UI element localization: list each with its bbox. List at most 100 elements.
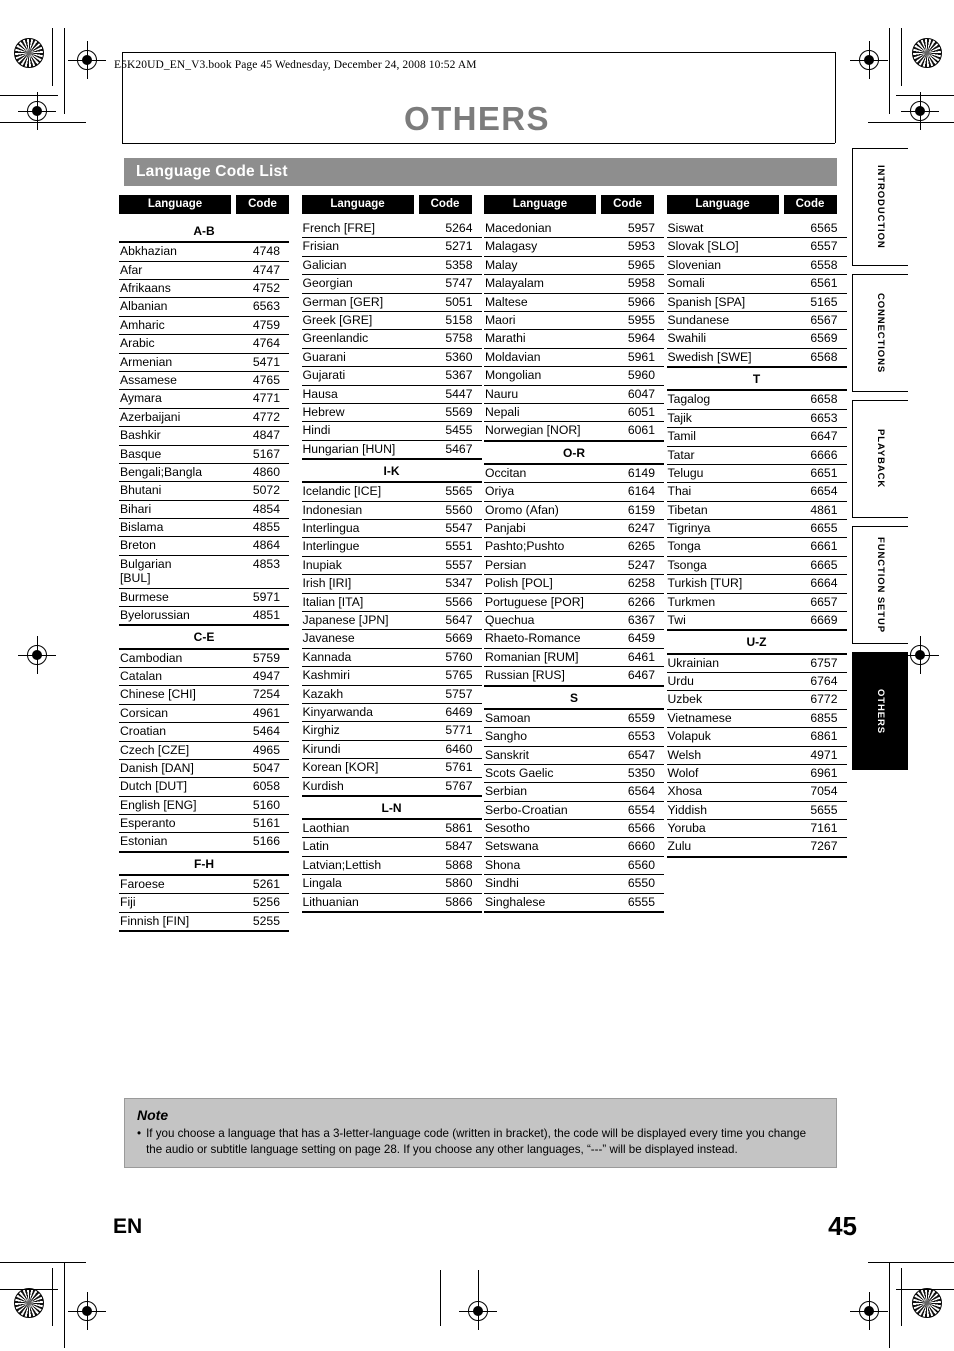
tab-function-setup[interactable]: Function Setup — [852, 526, 908, 644]
table-row: Thai 6654 — [666, 482, 847, 502]
language-code-cell: 6047 — [602, 385, 664, 404]
language-name-cell: Indonesian — [301, 501, 420, 521]
table-row: Finnish [FIN] 5255 — [119, 912, 289, 933]
table-row: Tibetan 4861 — [666, 501, 847, 521]
language-code-cell: 6164 — [602, 482, 664, 502]
table-row: Quechua 6367 — [484, 611, 664, 631]
registration-cross-top-left — [68, 41, 106, 79]
table-row: Tatar 6666 — [666, 446, 847, 465]
table-row: Malagasy 5953 — [484, 237, 664, 257]
language-code-cell: 7267 — [784, 837, 847, 858]
language-name-cell: Persian — [484, 556, 602, 576]
table-row: Hindi 5455 — [301, 421, 482, 441]
crop-line — [440, 1270, 441, 1326]
group-header-row: A-B — [119, 220, 289, 244]
tab-label: Function Setup — [875, 537, 886, 633]
language-code-cell: 4847 — [204, 426, 289, 446]
language-name-cell: Croatian — [119, 722, 204, 742]
language-name-cell: Swahili — [666, 329, 785, 349]
language-name-cell: Setswana — [484, 837, 602, 857]
language-name-cell: Sesotho — [484, 819, 602, 839]
language-code-cell: 6764 — [784, 672, 847, 692]
language-name-cell: Byelorussian — [119, 606, 204, 627]
group-header-label: U-Z — [666, 630, 847, 655]
language-code-cell: 6657 — [784, 593, 847, 613]
language-name-cell: Catalan — [119, 667, 204, 687]
language-code-cell: 6159 — [602, 501, 664, 521]
table-row: Chinese [CHI] 7254 — [119, 685, 289, 705]
language-name-cell: Norwegian [NOR] — [484, 421, 602, 442]
table-row: Nepali 6051 — [484, 403, 664, 423]
language-name-cell: Gujarati — [301, 366, 420, 386]
table-row: Turkish [TUR] 6664 — [666, 574, 847, 594]
language-name-cell: Sindhi — [484, 874, 602, 894]
table-row: Nauru 6047 — [484, 385, 664, 404]
table-row: Tamil 6647 — [666, 427, 847, 447]
language-name-cell: Thai — [666, 482, 785, 502]
language-name-cell: Lithuanian — [301, 893, 420, 914]
language-column-2: Language Code French [FRE] 5264 Frisian 5271 G… — [301, 195, 485, 932]
language-name-cell: Georgian — [301, 274, 420, 294]
table-row: Indonesian 5560 — [301, 501, 482, 521]
section-title-bar: Language Code List — [124, 158, 837, 186]
table-row: Russian [RUS] 6467 — [484, 666, 664, 687]
language-code-cell: 6367 — [602, 611, 664, 631]
tab-connections[interactable]: Connections — [852, 274, 908, 392]
language-name-cell: Kurdish — [301, 777, 420, 797]
language-code-cell: 6266 — [602, 593, 664, 613]
language-code-cell: 6258 — [602, 574, 664, 594]
group-header-row: S — [484, 685, 664, 710]
language-name-cell: Moldavian — [484, 348, 602, 368]
language-code-cell: 6651 — [784, 464, 847, 484]
crop-line — [0, 95, 58, 96]
language-code-cell: 4747 — [204, 261, 289, 281]
tab-playback[interactable]: Playback — [852, 400, 908, 518]
language-name-cell: Romanian [RUM] — [484, 648, 602, 668]
language-code-cell: 5557 — [419, 556, 482, 576]
language-code-cell: 6061 — [602, 421, 664, 442]
language-code-cell: 5167 — [204, 445, 289, 464]
crop-line — [868, 1262, 954, 1263]
table-row: Catalan 4947 — [119, 667, 289, 687]
language-code-cell: 5955 — [602, 311, 664, 331]
table-row: Faroese 5261 — [119, 875, 289, 895]
table-row: Norwegian [NOR] 6061 — [484, 421, 664, 442]
table-row: Maori 5955 — [484, 311, 664, 331]
language-code-cell: 5051 — [419, 293, 482, 313]
table-row: Welsh 4971 — [666, 746, 847, 765]
language-code-cell: 4861 — [784, 501, 847, 521]
language-name-cell: Tigrinya — [666, 519, 785, 539]
language-code-cell: 5566 — [419, 593, 482, 613]
language-code-cell: 6554 — [602, 801, 664, 821]
table-row: Macedonian 5957 — [484, 220, 664, 239]
table-row: Sangho 6553 — [484, 727, 664, 747]
language-name-cell: Interlingua — [301, 519, 420, 539]
language-name-cell: Czech [CZE] — [119, 741, 204, 760]
table-row: Dutch [DUT] 6058 — [119, 777, 289, 797]
language-code-cell: 6561 — [784, 274, 847, 294]
language-name-cell: Bihari — [119, 500, 204, 520]
language-code-cell: 6660 — [602, 837, 664, 857]
language-name-cell: Sanskrit — [484, 746, 602, 765]
table-row: Byelorussian 4851 — [119, 606, 289, 627]
column-header-row: Language Code — [119, 195, 289, 215]
tab-others[interactable]: Others — [852, 652, 908, 770]
column-header-language: Language — [119, 195, 231, 215]
language-code-cell: 5072 — [204, 481, 289, 501]
language-name-cell: Ukrainian — [666, 653, 785, 673]
language-code-cell: 5350 — [602, 764, 664, 784]
language-code-cell: 5964 — [602, 329, 664, 349]
language-name-cell: Oromo (Afan) — [484, 501, 602, 521]
language-code-cell: 5759 — [204, 648, 289, 668]
table-row: Yoruba 7161 — [666, 819, 847, 839]
language-name-cell: Slovak [SLO] — [666, 237, 785, 257]
table-row: Serbian 6564 — [484, 782, 664, 802]
language-code-cell: 6560 — [602, 856, 664, 876]
table-row: Serbo-Croatian 6554 — [484, 801, 664, 821]
language-code-cell: 5467 — [419, 440, 482, 461]
code-table: A-B Abkhazian 4748 Afar 4747 Afrikaans 4752 Alb… — [119, 220, 289, 933]
tab-introduction[interactable]: Introduction — [852, 148, 908, 266]
table-row: Czech [CZE] 4965 — [119, 741, 289, 760]
column-header-code: Code — [601, 195, 654, 215]
language-name-cell: Korean [KOR] — [301, 758, 420, 778]
